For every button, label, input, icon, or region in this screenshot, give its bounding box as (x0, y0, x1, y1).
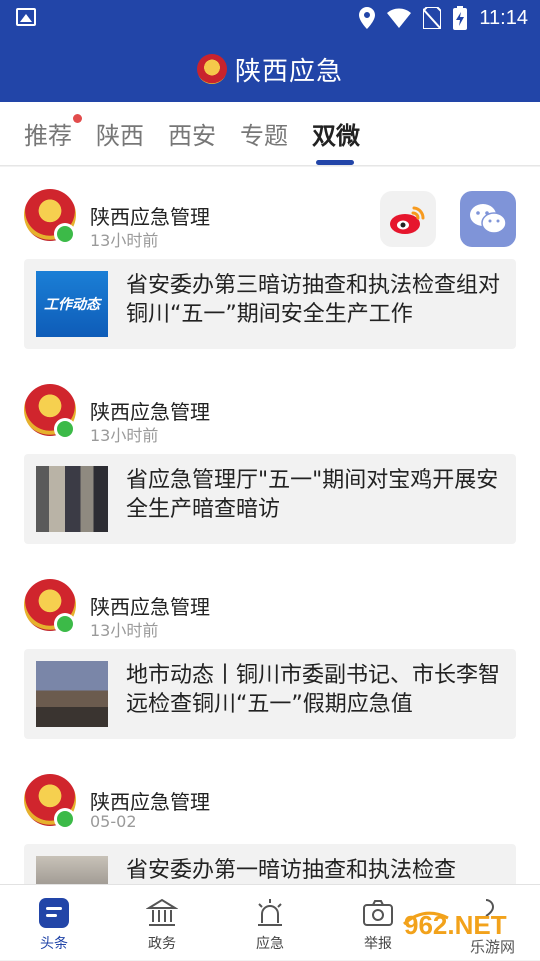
article-thumbnail (36, 466, 108, 532)
article-card[interactable]: 省应急管理厅"五一"期间对宝鸡开展安全生产暗查暗访 (24, 454, 516, 544)
article-card[interactable]: 工作动态 省安委办第三暗访抽查和执法检查组对铜川“五一”期间安全生产工作 (24, 259, 516, 349)
nav-government[interactable]: 政务 (108, 885, 216, 961)
tab-label: 双微 (312, 122, 360, 150)
watermark-subtext: 乐游网 (470, 938, 515, 956)
tab-shaanxi[interactable]: 陕西 (96, 116, 144, 151)
author-name: 陕西应急管理 (90, 400, 210, 424)
tab-xian[interactable]: 西安 (168, 116, 216, 151)
headline-icon (38, 897, 70, 929)
camera-icon (362, 897, 394, 929)
notification-dot (73, 114, 82, 123)
category-tabs: 推荐 陕西 西安 专题 双微 (0, 102, 540, 166)
article-card[interactable]: 省安委办第一暗访抽查和执法检查 (24, 844, 516, 884)
no-sim-icon (423, 7, 442, 29)
alarm-light-icon (254, 897, 286, 929)
article-thumbnail: 工作动态 (36, 271, 108, 337)
article-thumbnail (36, 661, 108, 727)
thumbnail-label: 工作动态 (44, 297, 100, 313)
post-time: 13小时前 (90, 426, 159, 445)
wechat-icon (470, 204, 507, 234)
author-name: 陕西应急管理 (90, 205, 210, 229)
article-title: 省应急管理厅"五一"期间对宝鸡开展安全生产暗查暗访 (126, 468, 499, 522)
wechat-badge-icon (54, 223, 76, 245)
nav-label: 政务 (148, 936, 176, 952)
weibo-button[interactable] (380, 191, 436, 247)
nav-emergency[interactable]: 应急 (216, 885, 324, 961)
nav-label: 头条 (40, 936, 68, 952)
wechat-button[interactable] (460, 191, 516, 247)
feed-list[interactable]: 陕西应急管理 13小时前 工作动态 省安委办第三暗访抽查和执法检查组对铜川“五一… (0, 167, 540, 884)
app-bar: 陕西应急 (0, 36, 540, 102)
article-card[interactable]: 地市动态丨铜川市委副书记、市长李智远检查铜川“五一”假期应急值 (24, 649, 516, 739)
app-title: 陕西应急 (234, 56, 343, 87)
tab-label: 推荐 (24, 122, 72, 150)
feed-post: 陕西应急管理 13小时前 省应急管理厅"五一"期间对宝鸡开展安全生产暗查暗访 (0, 362, 540, 557)
wifi-icon (387, 8, 412, 28)
tab-topics[interactable]: 专题 (240, 116, 288, 151)
article-title: 地市动态丨铜川市委副书记、市长李智远检查铜川“五一”假期应急值 (126, 663, 501, 717)
tab-label: 西安 (168, 122, 216, 150)
weibo-icon (390, 206, 425, 234)
gallery-notification-icon (16, 8, 36, 26)
status-bar: 11:14 (0, 0, 540, 36)
article-title: 省安委办第一暗访抽查和执法检查 (126, 858, 457, 883)
tab-recommend[interactable]: 推荐 (24, 114, 82, 151)
wechat-badge-icon (54, 808, 76, 830)
government-building-icon (146, 897, 178, 929)
national-emblem-icon (196, 54, 227, 84)
wechat-badge-icon (54, 418, 76, 440)
clock: 11:14 (479, 6, 528, 29)
site-watermark: 962.NET 乐游网 (400, 900, 540, 956)
active-tab-indicator (316, 160, 354, 165)
battery-charging-icon (453, 6, 468, 30)
post-time: 13小时前 (90, 231, 159, 250)
article-thumbnail (36, 856, 108, 884)
feed-post: 陕西应急管理 13小时前 地市动态丨铜川市委副书记、市长李智远检查铜川“五一”假… (0, 557, 540, 752)
nav-label: 应急 (256, 936, 284, 952)
tab-dual-micro[interactable]: 双微 (312, 116, 360, 151)
author-name: 陕西应急管理 (90, 595, 210, 619)
nav-label: 举报 (364, 936, 392, 952)
watermark-text: 962.NET (404, 910, 507, 940)
feed-post: 陕西应急管理 13小时前 工作动态 省安委办第三暗访抽查和执法检查组对铜川“五一… (0, 167, 540, 362)
article-title: 省安委办第三暗访抽查和执法检查组对铜川“五一”期间安全生产工作 (126, 273, 501, 327)
author-name: 陕西应急管理 (90, 790, 210, 814)
tab-label: 专题 (240, 122, 288, 150)
tab-label: 陕西 (96, 122, 144, 150)
location-icon (359, 7, 376, 29)
post-time: 05-02 (90, 812, 137, 831)
post-time: 13小时前 (90, 621, 159, 640)
status-icons: 11:14 (359, 6, 528, 30)
nav-headline[interactable]: 头条 (0, 885, 108, 961)
wechat-badge-icon (54, 613, 76, 635)
feed-post: 陕西应急管理 05-02 省安委办第一暗访抽查和执法检查 (0, 752, 540, 884)
